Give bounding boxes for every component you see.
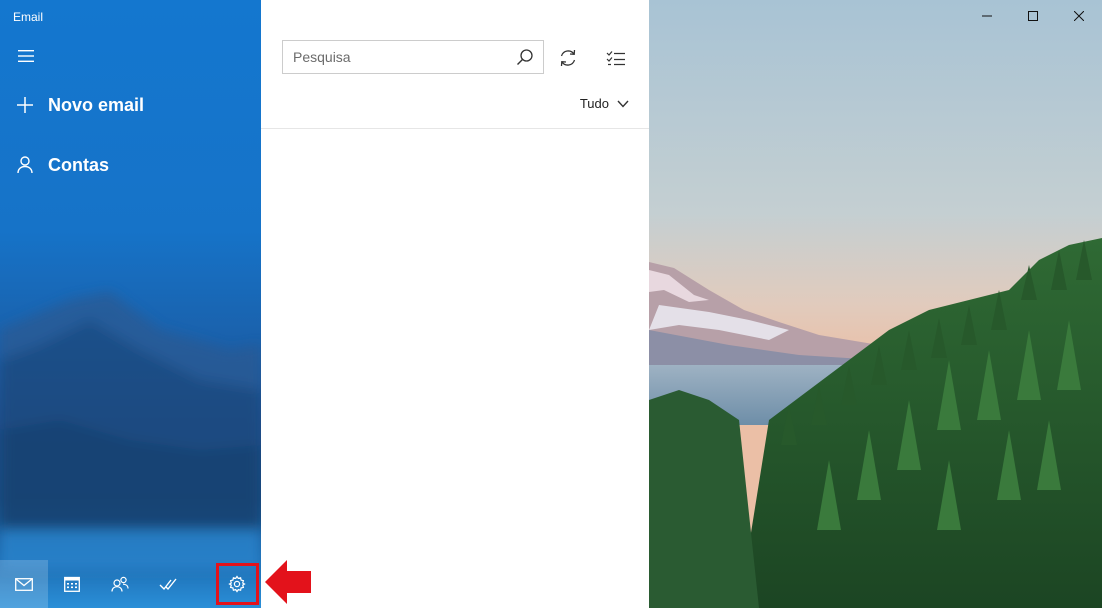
list-divider [261,128,649,129]
plus-icon [14,94,36,116]
filter-label: Tudo [579,96,609,111]
maximize-button[interactable] [1010,0,1056,32]
search-input[interactable] [283,49,507,65]
accounts-button[interactable]: Contas [14,145,109,185]
calendar-nav-button[interactable] [48,560,96,608]
sync-icon [560,49,576,67]
maximize-icon [1028,11,1038,21]
search-icon [517,49,533,65]
todo-nav-button[interactable] [144,560,192,608]
sidebar: Email Novo email Contas [0,0,261,608]
window-controls [964,0,1102,32]
chevron-down-icon [617,100,629,108]
minimize-button[interactable] [964,0,1010,32]
hamburger-menu-button[interactable] [14,44,38,68]
new-email-button[interactable]: Novo email [14,85,144,125]
minimize-icon [982,15,992,17]
search-button[interactable] [507,41,543,73]
landscape-background-image [649,0,1102,608]
close-button[interactable] [1056,0,1102,32]
app-title: Email [13,10,44,24]
close-icon [1074,11,1084,21]
mail-nav-button[interactable] [0,560,48,608]
calendar-icon [64,576,80,592]
accounts-label: Contas [48,154,110,175]
bottom-nav-bar [0,560,261,608]
mail-icon [15,577,33,591]
message-list-pane: Tudo [261,0,649,608]
red-pointer-arrow [265,560,311,604]
selection-mode-button[interactable] [601,44,631,72]
new-email-label: Novo email [48,94,145,115]
reading-pane-background [649,0,1102,608]
settings-nav-button[interactable] [213,560,261,608]
people-nav-button[interactable] [96,560,144,608]
checklist-icon [606,51,625,66]
todo-check-icon [159,578,177,591]
people-icon [111,576,129,592]
person-icon [14,154,36,176]
gear-icon [228,575,246,593]
sync-button[interactable] [553,44,583,72]
filter-dropdown[interactable]: Tudo [580,96,629,111]
search-box [282,40,544,74]
hamburger-menu-icon [18,50,34,62]
